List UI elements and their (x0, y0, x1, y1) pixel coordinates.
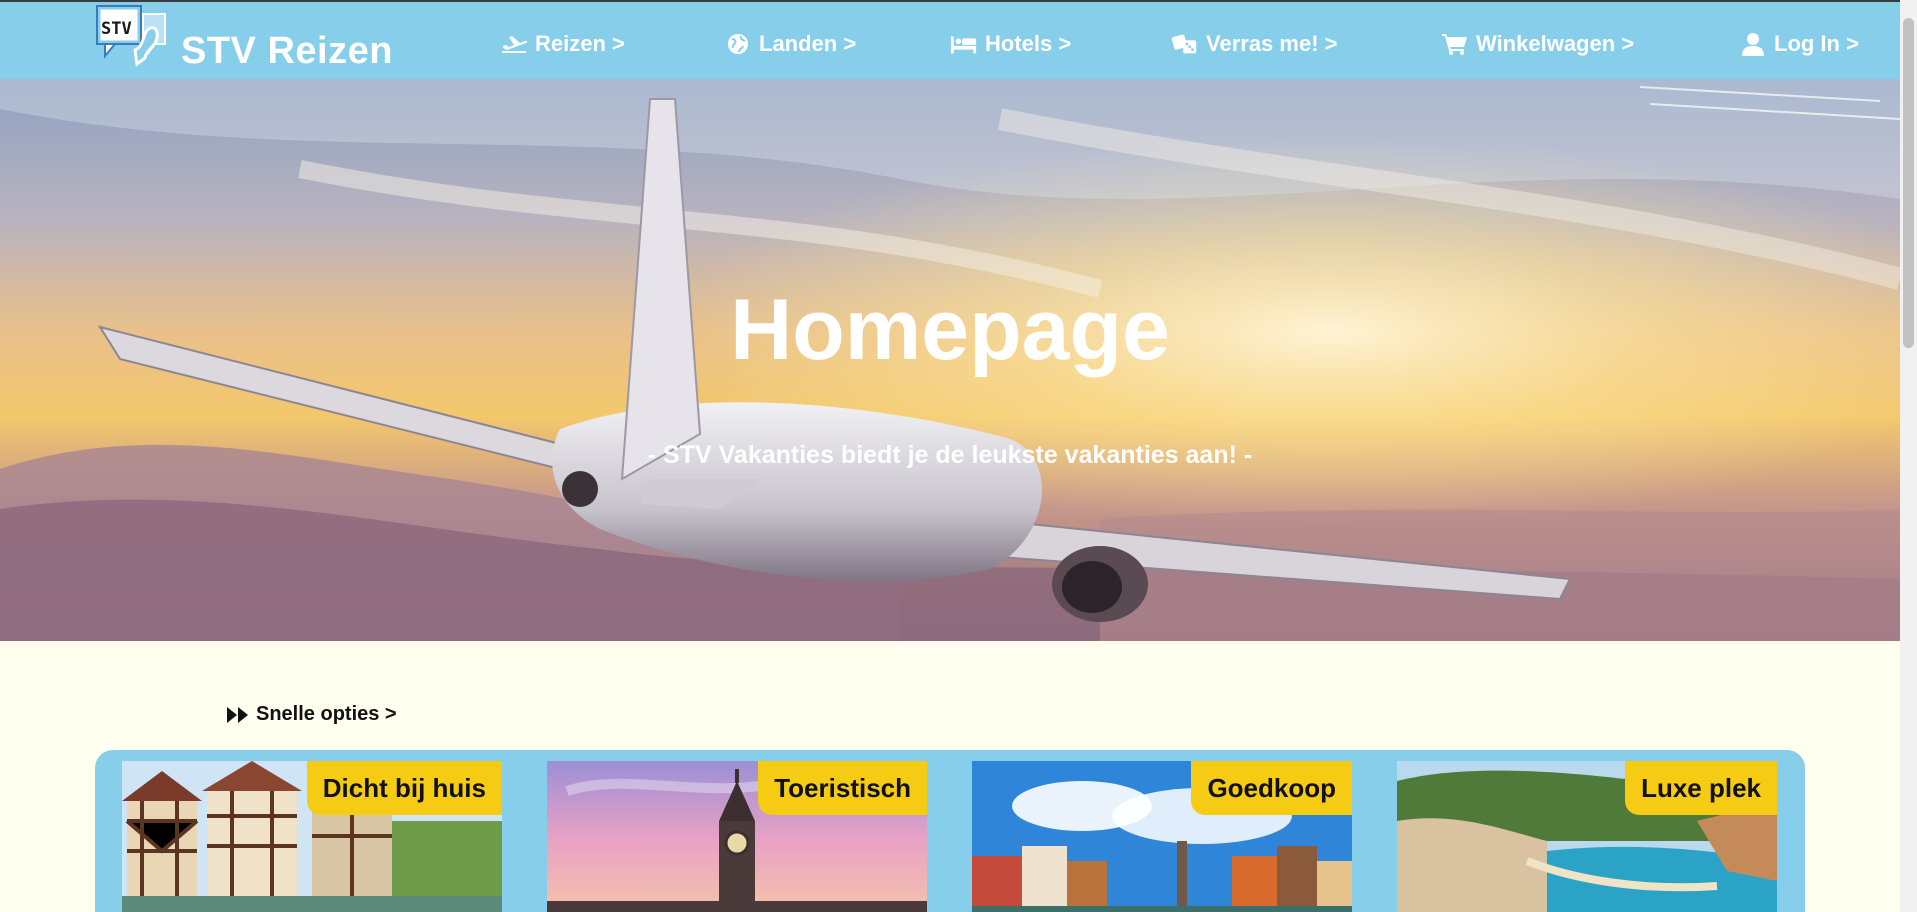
card-tag: Toeristisch (758, 761, 927, 815)
card-tag: Dicht bij huis (306, 761, 502, 815)
nav-label: Verras me! > (1206, 31, 1338, 56)
navbar: STV STV Reizen Reizen > Landen > Hotels … (0, 2, 1900, 79)
nav-reizen[interactable]: Reizen > (500, 27, 625, 61)
nav-verras-me[interactable]: Verras me! > (1171, 27, 1337, 61)
cart-icon (1442, 34, 1467, 55)
card-tag: Luxe plek (1625, 761, 1777, 815)
scrollbar-thumb[interactable] (1903, 18, 1914, 348)
user-icon (1742, 33, 1764, 56)
dice-icon (1171, 34, 1197, 54)
nav-label: Landen > (759, 31, 857, 56)
nav-hotels[interactable]: Hotels > (950, 27, 1071, 61)
nav-landen[interactable]: Landen > (724, 27, 856, 61)
card-dicht-bij-huis[interactable]: Dicht bij huis (122, 761, 502, 912)
card-toeristisch[interactable]: Toeristisch (547, 761, 927, 912)
bed-icon (950, 36, 977, 54)
nav-label: Hotels > (985, 31, 1072, 56)
hero-subtitle: - STV Vakanties biedt je de leukste vaka… (647, 441, 1253, 469)
logo-text: STV (101, 19, 132, 39)
brand-title[interactable]: STV Reizen (181, 30, 393, 73)
quick-options-label: Snelle opties > (256, 703, 397, 725)
fast-forward-icon (227, 706, 248, 723)
stv-logo[interactable]: STV (93, 4, 173, 74)
page-scrollbar[interactable] (1900, 0, 1917, 912)
quick-options-link[interactable]: Snelle opties > (226, 703, 397, 726)
card-luxe-plek[interactable]: Luxe plek (1397, 761, 1777, 912)
card-goedkoop[interactable]: Goedkoop (972, 761, 1352, 912)
hero-banner: Homepage - STV Vakanties biedt je de leu… (0, 79, 1900, 641)
nav-winkelwagen[interactable]: Winkelwagen > (1441, 27, 1634, 61)
nav-label: Reizen > (535, 31, 625, 56)
page-title: Homepage (730, 282, 1170, 378)
plane-icon (502, 36, 528, 53)
nav-label: Winkelwagen > (1476, 31, 1635, 56)
nav-label: Log In > (1774, 31, 1859, 56)
nav-log-in[interactable]: Log In > (1739, 27, 1859, 61)
globe-icon (728, 34, 748, 54)
card-tag: Goedkoop (1191, 761, 1352, 815)
